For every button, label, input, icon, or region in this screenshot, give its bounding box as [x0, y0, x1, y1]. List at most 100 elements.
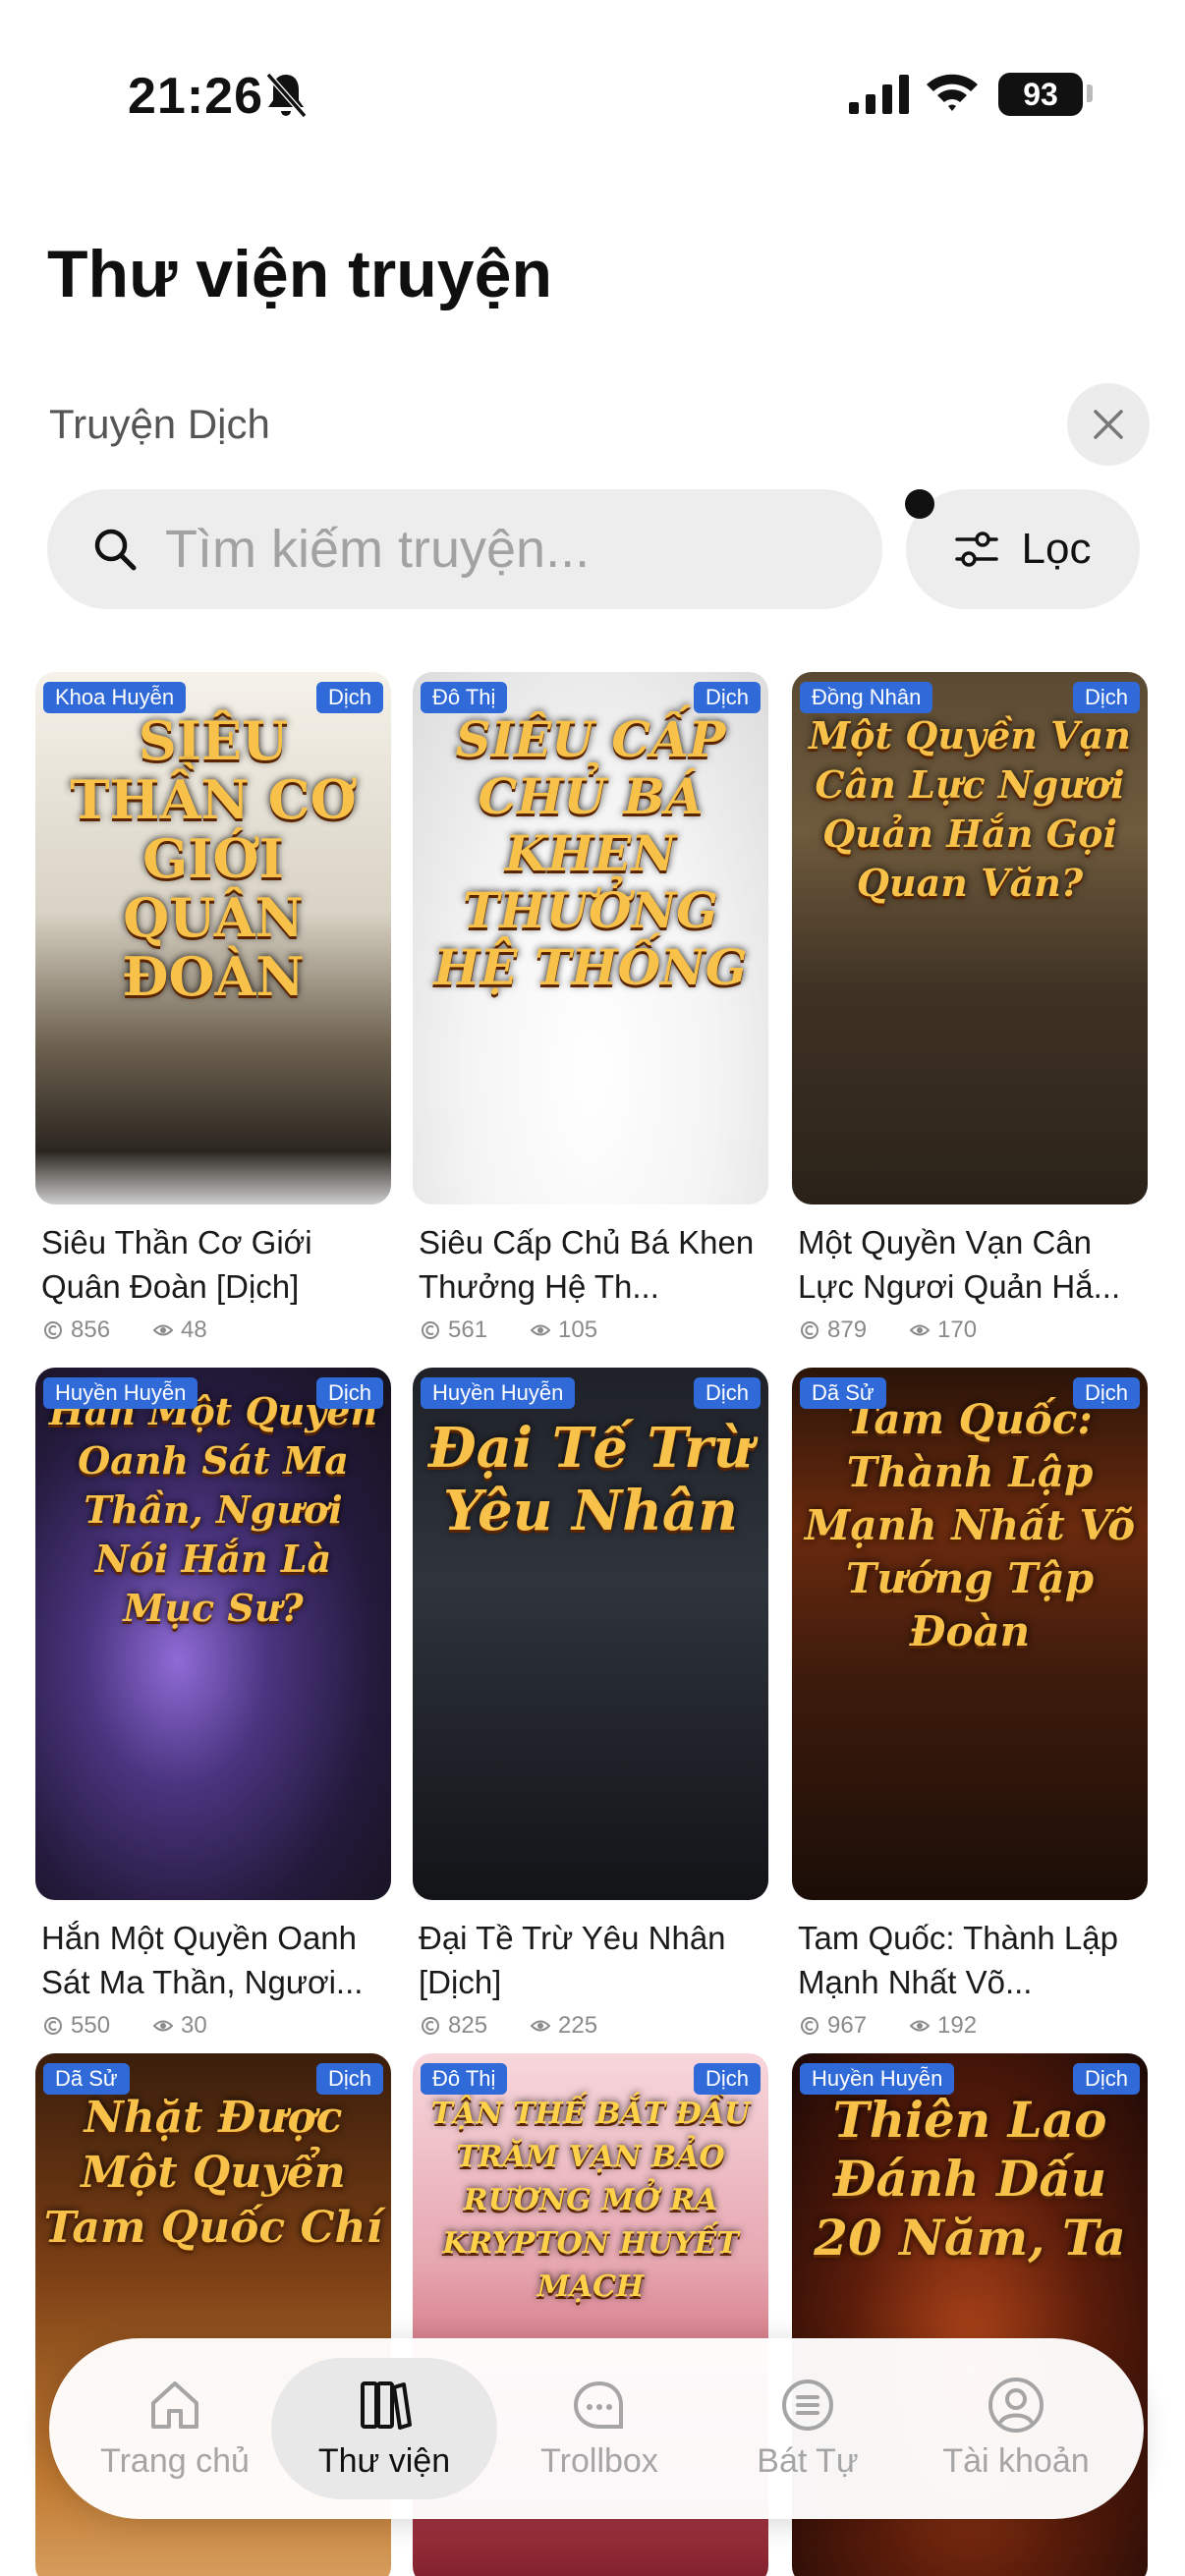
tab-home[interactable]: Trang chủ	[77, 2358, 273, 2499]
book-card[interactable]: Tam Quốc: Thành Lập Mạnh Nhất Võ Tướng T…	[792, 1368, 1148, 2040]
book-title: Một Quyền Vạn Cân Lực Ngươi Quản Hắ...	[798, 1224, 1121, 1305]
translated-badge: Dịch	[315, 1377, 383, 1409]
book-card[interactable]: SIÊU THẦN CƠ GIỚI QUÂN ĐOÀN Khoa Huyễn D…	[35, 672, 391, 1344]
book-title: Hắn Một Quyền Oanh Sát Ma Thần, Ngươi...	[41, 1920, 364, 2000]
search-input[interactable]	[165, 519, 833, 580]
eye-icon	[531, 1324, 551, 1336]
book-cover[interactable]: Tam Quốc: Thành Lập Mạnh Nhất Võ Tướng T…	[792, 1368, 1148, 1900]
view-count: 170	[937, 1316, 978, 1343]
view-count: 225	[558, 2012, 598, 2039]
book-card[interactable]: Đại Tế Trừ Yêu Nhân Huyền Huyễn Dịch Đại…	[413, 1368, 768, 2040]
status-time: 21:26	[128, 68, 263, 125]
bottom-tab-bar: Trang chủ Thư viện Trollbox Bát Tự Tài k…	[49, 2338, 1144, 2519]
eye-icon	[531, 2020, 551, 2032]
genre-badge: Đô Thị	[421, 2063, 508, 2095]
chapter-count: 825	[448, 2012, 488, 2039]
tab-account[interactable]: Tài khoản	[918, 2358, 1114, 2499]
cover-text: Tam Quốc: Thành Lập Mạnh Nhất Võ Tướng T…	[804, 1395, 1136, 1655]
book-cover[interactable]: Đại Tế Trừ Yêu Nhân Huyền Huyễn Dịch	[413, 1368, 768, 1900]
book-title: Siêu Thần Cơ Giới Quân Đoàn [Dịch]	[41, 1224, 312, 1305]
filter-label: Lọc	[1021, 525, 1092, 573]
book-title: Đại Tề Trừ Yêu Nhân [Dịch]	[419, 1920, 726, 2000]
chapter-count-icon	[44, 2017, 62, 2035]
book-card[interactable]: SIÊU CẤP CHỦ BÁ KHEN THƯỞNG HỆ THỐNG Đô …	[413, 672, 768, 1344]
wifi-icon	[927, 74, 978, 111]
genre-badge: Huyền Huyễn	[421, 1377, 576, 1409]
cover-text: Một Quyền Vạn Cân Lực Ngươi Quản Hắn Gọi…	[809, 713, 1131, 905]
view-count: 105	[558, 1316, 598, 1343]
genre-badge: Huyền Huyễn	[43, 1377, 198, 1409]
cover-text: Hắn Một Quyền Oanh Sát Ma Thần, Ngươi Nó…	[48, 1389, 378, 1630]
filter-button[interactable]: Lọc	[906, 489, 1140, 609]
tab-label: Trollbox	[540, 2442, 658, 2480]
tab-label: Bát Tự	[757, 2442, 859, 2480]
book-stats: 967 192	[792, 2012, 1148, 2040]
chapter-count: 879	[827, 1316, 868, 1343]
tab-bat-tu[interactable]: Bát Tự	[709, 2358, 906, 2499]
search-bar[interactable]	[47, 489, 882, 609]
search-icon	[94, 529, 137, 571]
translated-badge: Dịch	[693, 2063, 761, 2095]
book-title: Tam Quốc: Thành Lập Mạnh Nhất Võ...	[798, 1920, 1118, 2000]
chapter-count-icon	[422, 1321, 439, 1339]
genre-badge: Dã Sử	[800, 1377, 886, 1409]
tab-label: Trang chủ	[100, 2442, 250, 2480]
list-circle-icon	[782, 2380, 833, 2431]
chapter-count-icon	[422, 2017, 439, 2035]
book-cover[interactable]: Hắn Một Quyền Oanh Sát Ma Thần, Ngươi Nó…	[35, 1368, 391, 1900]
genre-badge: Khoa Huyễn	[43, 682, 187, 713]
home-icon	[151, 2381, 198, 2429]
page-title: Thư viện truyện	[47, 237, 552, 311]
view-count: 48	[181, 1316, 207, 1343]
eye-icon	[910, 1324, 931, 1336]
translated-badge: Dịch	[1072, 2063, 1140, 2095]
genre-badge: Huyền Huyễn	[800, 2063, 955, 2095]
book-stats: 856 48	[35, 1316, 391, 1344]
cover-text: SIÊU THẦN CƠ GIỚI QUÂN ĐOÀN	[70, 709, 357, 1008]
tab-library[interactable]: Thư viện	[271, 2358, 497, 2499]
view-count: 30	[181, 2012, 207, 2039]
cellular-signal-icon	[849, 75, 909, 114]
translated-badge: Dịch	[693, 1377, 761, 1409]
book-stats: 561 105	[413, 1316, 768, 1344]
tab-trollbox[interactable]: Trollbox	[501, 2358, 698, 2499]
chapter-count-icon	[801, 1321, 818, 1339]
translated-badge: Dịch	[1072, 1377, 1140, 1409]
book-cover[interactable]: Một Quyền Vạn Cân Lực Ngươi Quản Hắn Gọi…	[792, 672, 1148, 1204]
page-subtitle: Truyện Dịch	[49, 401, 270, 447]
book-stats: 879 170	[792, 1316, 1148, 1344]
chapter-count: 550	[71, 2012, 111, 2039]
book-cover[interactable]: SIÊU CẤP CHỦ BÁ KHEN THƯỞNG HỆ THỐNG Đô …	[413, 672, 768, 1204]
book-stats: 825 225	[413, 2012, 768, 2040]
chat-bubble-icon	[573, 2380, 623, 2429]
book-card[interactable]: Một Quyền Vạn Cân Lực Ngươi Quản Hắn Gọi…	[792, 672, 1148, 1344]
cover-text: Đại Tế Trừ Yêu Nhân	[427, 1416, 754, 1543]
eye-icon	[910, 2020, 931, 2032]
chapter-count: 967	[827, 2012, 868, 2039]
eye-icon	[153, 1324, 174, 1336]
tab-label: Thư viện	[317, 2442, 451, 2480]
sliders-icon	[954, 532, 998, 567]
tab-label: Tài khoản	[942, 2442, 1090, 2480]
book-cover[interactable]: SIÊU THẦN CƠ GIỚI QUÂN ĐOÀN Khoa Huyễn D…	[35, 672, 391, 1204]
genre-badge: Đồng Nhân	[800, 682, 933, 713]
translated-badge: Dịch	[315, 682, 383, 713]
translated-badge: Dịch	[693, 682, 761, 713]
chapter-count: 856	[71, 1316, 111, 1343]
cover-text: SIÊU CẤP CHỦ BÁ KHEN THƯỞNG HỆ THỐNG	[433, 710, 748, 996]
filter-active-dot	[905, 489, 934, 519]
view-count: 192	[937, 2012, 978, 2039]
genre-badge: Đô Thị	[421, 682, 508, 713]
translated-badge: Dịch	[315, 2063, 383, 2095]
close-button[interactable]	[1067, 383, 1150, 466]
book-card[interactable]: Hắn Một Quyền Oanh Sát Ma Thần, Ngươi Nó…	[35, 1368, 391, 2040]
book-title: Siêu Cấp Chủ Bá Khen Thưởng Hệ Th...	[419, 1224, 755, 1305]
status-bar: 21:26 93	[0, 59, 1185, 128]
translated-badge: Dịch	[1072, 682, 1140, 713]
cover-text: Nhặt Được Một Quyển Tam Quốc Chí	[43, 2093, 383, 2253]
muted-bell-icon	[265, 73, 308, 118]
book-stats: 550 30	[35, 2012, 391, 2040]
chapter-count-icon	[44, 1321, 62, 1339]
genre-badge: Dã Sử	[43, 2063, 130, 2095]
battery-tip	[1087, 84, 1093, 102]
